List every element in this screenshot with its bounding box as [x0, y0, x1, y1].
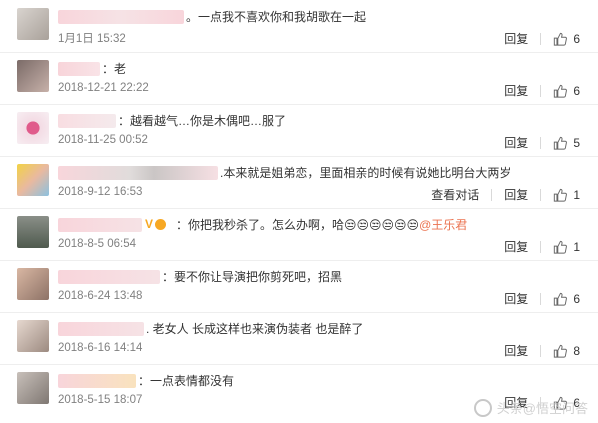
- divider: [491, 188, 493, 201]
- watermark-text: 头条@悟空问答: [496, 401, 588, 416]
- comment-text: ：老: [102, 62, 127, 76]
- divider: [540, 240, 542, 253]
- wukong-logo-icon: [473, 398, 492, 417]
- like-button[interactable]: 1: [553, 240, 580, 254]
- watermark: 头条@悟空问答: [473, 398, 588, 417]
- comment-row: 。一点我不喜欢你和我胡歌在一起 1月1日 15:32 回复 6: [0, 0, 598, 53]
- mention-link[interactable]: @王乐君: [419, 218, 467, 232]
- comment-time: 2018-6-16 14:14: [58, 342, 143, 354]
- comment-time: 2018-12-21 22:22: [58, 82, 149, 94]
- comment-row: ：老 2018-12-21 22:22 回复 6: [0, 52, 598, 105]
- comment-actions: 回复 6: [504, 82, 580, 99]
- comment-text: ：一点表情都没有: [138, 374, 235, 388]
- comment-actions: 回复 8: [504, 342, 580, 359]
- thumbs-up-icon: [554, 84, 568, 98]
- comment-time: 2018-11-25 00:52: [58, 134, 148, 146]
- username-blurred[interactable]: [58, 62, 100, 76]
- comment-text: . 老女人 长成这样也来演伪装者 也是醉了: [146, 322, 364, 336]
- comment-time: 2018-5-15 18:07: [58, 394, 143, 406]
- username-blurred[interactable]: [58, 218, 142, 232]
- avatar[interactable]: [17, 268, 49, 300]
- divider: [540, 136, 542, 149]
- avatar[interactable]: [17, 320, 49, 352]
- comment-row: ：越看越气…你是木偶吧…服了 2018-11-25 00:52 回复 5: [0, 104, 598, 157]
- thumbs-up-icon: [554, 240, 568, 254]
- like-count: 6: [573, 83, 580, 98]
- divider: [540, 188, 542, 201]
- like-count: 8: [573, 343, 580, 358]
- avatar[interactable]: [17, 164, 49, 196]
- comment-text: ：你把我秒杀了。怎么办啊，哈😒😒😒😒😒😒@王乐君: [176, 216, 467, 233]
- comment-actions: 回复 6: [504, 30, 580, 47]
- avatar[interactable]: [17, 216, 49, 248]
- vip-badge: V: [145, 217, 167, 231]
- like-count: 1: [573, 187, 580, 202]
- comment-time: 2018-6-24 13:48: [58, 290, 143, 302]
- comment-actions: 回复 5: [504, 134, 580, 151]
- comment-time: 1月1日 15:32: [58, 33, 126, 45]
- avatar[interactable]: [17, 112, 49, 144]
- comment-actions: 回复 6: [504, 290, 580, 307]
- divider: [540, 84, 542, 97]
- like-count: 6: [573, 291, 580, 306]
- like-count: 5: [573, 135, 580, 150]
- username-blurred[interactable]: [58, 322, 144, 336]
- username-blurred[interactable]: [58, 270, 160, 284]
- comment-row: .本来就是姐弟恋，里面相亲的时候有说她比明台大两岁 2018-9-12 16:5…: [0, 156, 598, 209]
- like-button[interactable]: 6: [553, 292, 580, 306]
- comment-time: 2018-9-12 16:53: [58, 186, 143, 198]
- username-blurred[interactable]: [58, 166, 218, 180]
- like-count: 1: [573, 239, 580, 254]
- divider: [540, 32, 542, 45]
- thumbs-up-icon: [554, 188, 568, 202]
- thumbs-up-icon: [554, 344, 568, 358]
- username-blurred[interactable]: [58, 374, 136, 388]
- comment-time: 2018-8-5 06:54: [58, 238, 137, 250]
- comment-actions: 回复 1: [504, 238, 580, 255]
- reply-button[interactable]: 回复: [504, 134, 528, 151]
- comment-text-body: ：你把我秒杀了。怎么办啊，哈😒😒😒😒😒😒: [176, 218, 420, 232]
- reply-button[interactable]: 回复: [504, 82, 528, 99]
- comment-row: ：要不你让导演把你剪死吧，招黑 2018-6-24 13:48 回复 6: [0, 260, 598, 313]
- comment-row: . 老女人 长成这样也来演伪装者 也是醉了 2018-6-16 14:14 回复…: [0, 312, 598, 365]
- reply-button[interactable]: 回复: [504, 186, 528, 203]
- thumbs-up-icon: [554, 136, 568, 150]
- divider: [540, 344, 542, 357]
- like-button[interactable]: 8: [553, 344, 580, 358]
- comment-text: .本来就是姐弟恋，里面相亲的时候有说她比明台大两岁: [220, 166, 512, 180]
- avatar[interactable]: [17, 372, 49, 404]
- like-button[interactable]: 6: [553, 32, 580, 46]
- divider: [540, 292, 542, 305]
- comment-list: 。一点我不喜欢你和我胡歌在一起 1月1日 15:32 回复 6 ：老 2018-…: [0, 0, 598, 423]
- avatar[interactable]: [17, 60, 49, 92]
- reply-button[interactable]: 回复: [504, 342, 528, 359]
- comment-row: V ：你把我秒杀了。怎么办啊，哈😒😒😒😒😒😒@王乐君 2018-8-5 06:5…: [0, 208, 598, 261]
- reply-button[interactable]: 回复: [504, 30, 528, 47]
- comment-text: ：越看越气…你是木偶吧…服了: [118, 114, 287, 128]
- view-dialog-link[interactable]: 查看对话: [431, 186, 479, 203]
- username-blurred[interactable]: [58, 10, 184, 24]
- username-blurred[interactable]: [58, 114, 116, 128]
- comment-actions: 查看对话 回复 1: [431, 186, 580, 203]
- comment-text: ：要不你让导演把你剪死吧，招黑: [162, 270, 343, 284]
- avatar[interactable]: [17, 8, 49, 40]
- thumbs-up-icon: [554, 32, 568, 46]
- like-count: 6: [573, 31, 580, 46]
- thumbs-up-icon: [554, 292, 568, 306]
- comment-text: 。一点我不喜欢你和我胡歌在一起: [186, 10, 367, 24]
- like-button[interactable]: 1: [553, 188, 580, 202]
- like-button[interactable]: 6: [553, 84, 580, 98]
- like-button[interactable]: 5: [553, 136, 580, 150]
- reply-button[interactable]: 回复: [504, 238, 528, 255]
- reply-button[interactable]: 回复: [504, 290, 528, 307]
